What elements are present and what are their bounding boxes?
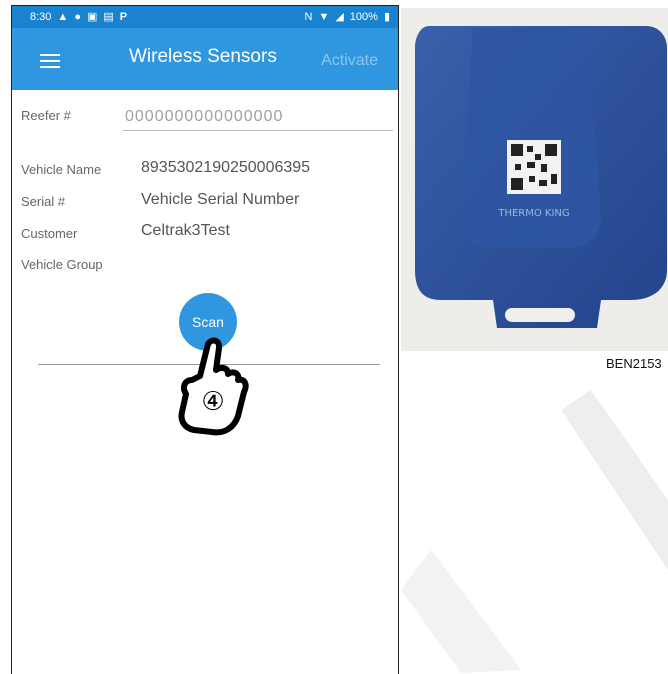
vehicle-group-label: Vehicle Group: [21, 257, 103, 272]
battery-icon: ▮: [383, 10, 390, 23]
status-bar: 8:30 ▲ ● ▣ ▤ P N ▼ ◢ 100% ▮: [12, 6, 398, 28]
photo-caption: BEN2153: [606, 356, 662, 371]
customer-value: Celtrak3Test: [141, 222, 230, 239]
cast-icon: ▤: [103, 10, 114, 23]
notification-icon: ●: [74, 10, 81, 23]
reefer-input[interactable]: [123, 104, 393, 131]
watermark-graphic: [401, 390, 668, 673]
app-title: Wireless Sensors: [129, 46, 277, 67]
serial-label: Serial #: [21, 194, 66, 209]
serial-value: Vehicle Serial Number: [141, 191, 300, 208]
menu-icon[interactable]: [40, 54, 60, 68]
parking-icon: P: [119, 10, 128, 23]
nfc-icon: N: [304, 10, 313, 23]
customer-label: Customer: [21, 226, 78, 241]
wifi-icon: ▼: [318, 10, 330, 23]
notification-icon: ▲: [57, 10, 69, 23]
status-time: 8:30: [30, 11, 52, 23]
sensor-image: THERMO KING: [401, 8, 668, 351]
vehicle-name-label: Vehicle Name: [21, 162, 102, 177]
phone-screenshot: 8:30 ▲ ● ▣ ▤ P N ▼ ◢ 100% ▮ Wireless Sen…: [11, 5, 399, 674]
reefer-label: Reefer #: [21, 108, 71, 123]
vehicle-name-value: 8935302190250006395: [141, 159, 311, 176]
signal-icon: ◢: [335, 10, 344, 23]
step-marker: ④: [201, 387, 224, 417]
activate-button[interactable]: Activate: [321, 52, 378, 70]
app-bar: Wireless Sensors Activate: [12, 28, 398, 90]
battery-text: 100%: [349, 11, 378, 23]
sensor-photo: THERMO KING: [401, 8, 668, 351]
pointing-hand-icon: ④: [178, 337, 249, 436]
image-icon: ▣: [86, 10, 98, 23]
brand-text: THERMO KING: [497, 208, 569, 219]
